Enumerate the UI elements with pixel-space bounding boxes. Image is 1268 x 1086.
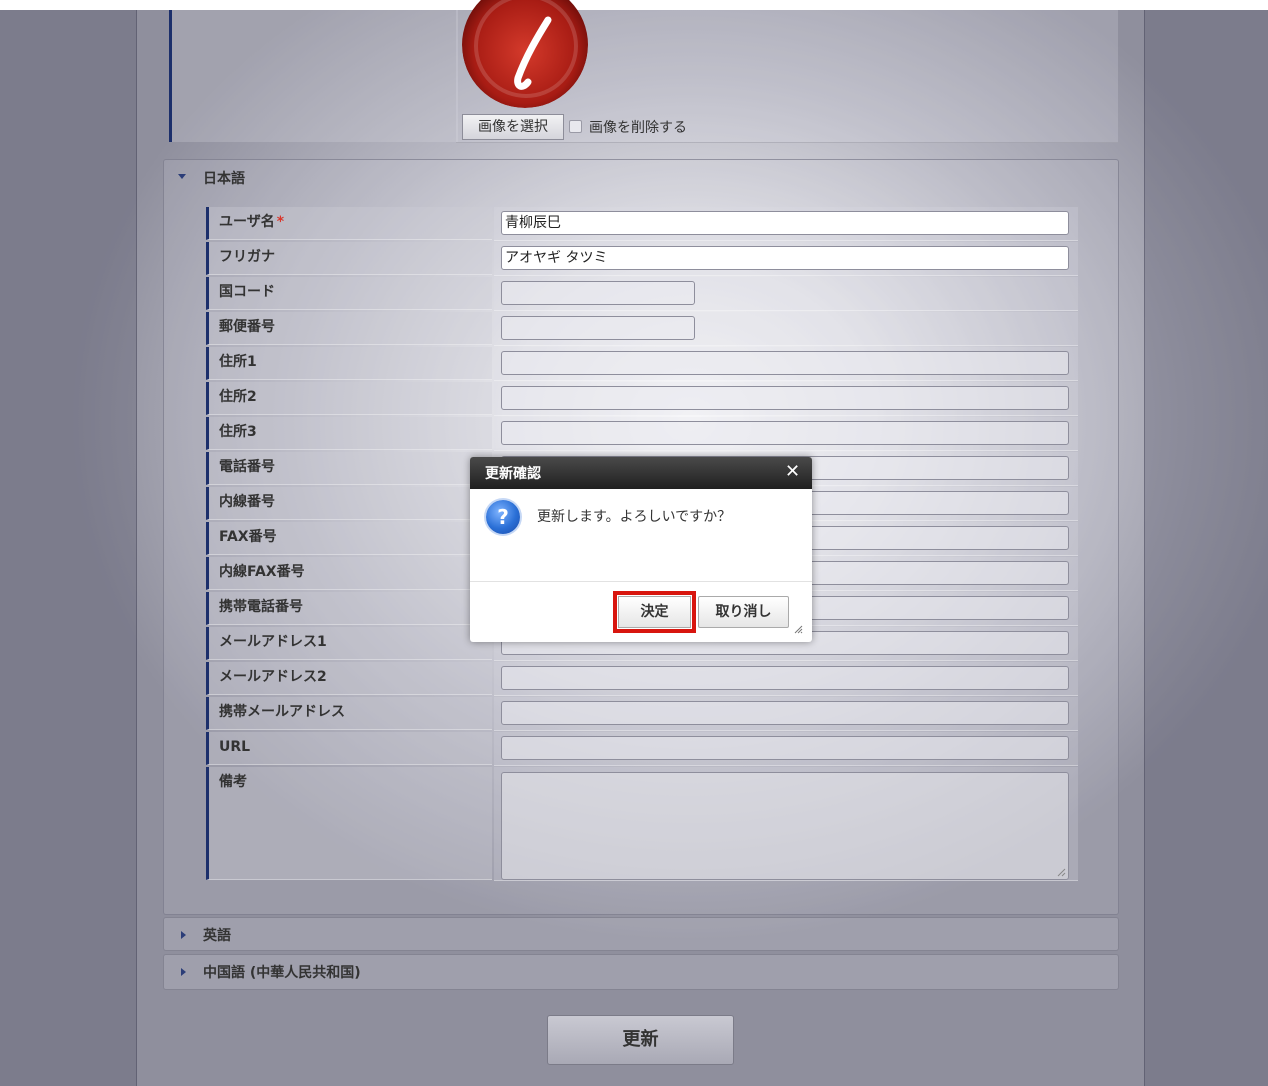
english-section-title: 英語 (203, 928, 231, 944)
row-address-3: 住所3 (206, 417, 1078, 451)
row-email-2: メールアドレス2 (206, 662, 1078, 696)
mobile-phone-label: 携帯電話番号 (206, 592, 492, 625)
email-2-label: メールアドレス2 (206, 662, 492, 695)
ok-button[interactable]: 決定 (618, 596, 691, 628)
required-mark: * (276, 214, 285, 230)
caret-right-icon (181, 931, 186, 939)
close-icon[interactable]: ✕ (785, 462, 800, 482)
row-address-2: 住所2 (206, 382, 1078, 416)
select-image-button[interactable]: 画像を選択 (462, 114, 564, 140)
postal-code-input[interactable] (501, 316, 695, 340)
row-furigana: フリガナ アオヤギ タツミ (206, 242, 1078, 276)
email-2-input[interactable] (501, 666, 1069, 690)
japanese-section-title: 日本語 (203, 171, 245, 187)
delete-image-checkbox[interactable] (569, 120, 582, 133)
dialog-resize-grip-icon[interactable] (793, 624, 803, 634)
email-1-label: メールアドレス1 (206, 627, 492, 660)
update-button[interactable]: 更新 (547, 1015, 734, 1065)
row-country-code: 国コード (206, 277, 1078, 311)
extension-fax-label: 内線FAX番号 (206, 557, 492, 590)
japanese-section-header[interactable]: 日本語 (164, 160, 1118, 194)
row-notes: 備考 (206, 767, 1078, 881)
row-url: URL (206, 732, 1078, 766)
cancel-button[interactable]: 取り消し (698, 596, 789, 628)
notes-label: 備考 (206, 767, 492, 880)
url-input[interactable] (501, 736, 1069, 760)
furigana-label: フリガナ (206, 242, 492, 275)
country-code-input[interactable] (501, 281, 695, 305)
phone-label: 電話番号 (206, 452, 492, 485)
row-user-name: ユーザ名 * 青柳辰巳 (206, 207, 1078, 241)
user-name-input[interactable]: 青柳辰巳 (501, 211, 1069, 235)
furigana-input[interactable]: アオヤギ タツミ (501, 246, 1069, 270)
mobile-email-input[interactable] (501, 701, 1069, 725)
update-confirm-dialog: 更新確認 ✕ ? 更新します。よろしいですか？ 決定 取り消し (470, 457, 812, 642)
caret-down-icon (178, 174, 186, 179)
address-3-input[interactable] (501, 421, 1069, 445)
address-2-input[interactable] (501, 386, 1069, 410)
address-1-label: 住所1 (206, 347, 492, 380)
chinese-section-title: 中国語 (中華人民共和国) (203, 965, 361, 981)
dialog-message: 更新します。よろしいですか？ (537, 509, 732, 525)
resize-grip-icon[interactable] (1056, 867, 1066, 877)
left-margin (0, 0, 137, 1086)
row-postal-code: 郵便番号 (206, 312, 1078, 346)
logo-mark-icon (514, 16, 552, 90)
image-row-label (169, 10, 458, 142)
question-icon: ? (486, 500, 520, 534)
user-name-label: ユーザ名 * (206, 207, 492, 240)
row-mobile-email: 携帯メールアドレス (206, 697, 1078, 731)
address-1-input[interactable] (501, 351, 1069, 375)
right-margin (1144, 0, 1268, 1086)
postal-code-label: 郵便番号 (206, 312, 492, 345)
url-label: URL (206, 732, 492, 765)
english-section-header[interactable]: 英語 (163, 917, 1119, 951)
fax-label: FAX番号 (206, 522, 492, 555)
dialog-titlebar[interactable]: 更新確認 ✕ (470, 457, 812, 489)
address-3-label: 住所3 (206, 417, 492, 450)
delete-image-label: 画像を削除する (589, 120, 687, 136)
dialog-title: 更新確認 (485, 466, 541, 482)
top-edge (0, 0, 1268, 10)
caret-right-icon (181, 968, 186, 976)
country-code-label: 国コード (206, 277, 492, 310)
extension-label: 内線番号 (206, 487, 492, 520)
mobile-email-label: 携帯メールアドレス (206, 697, 492, 730)
row-address-1: 住所1 (206, 347, 1078, 381)
dialog-divider (470, 581, 812, 582)
notes-textarea[interactable] (501, 772, 1069, 880)
chinese-section-header[interactable]: 中国語 (中華人民共和国) (163, 954, 1119, 990)
address-2-label: 住所2 (206, 382, 492, 415)
